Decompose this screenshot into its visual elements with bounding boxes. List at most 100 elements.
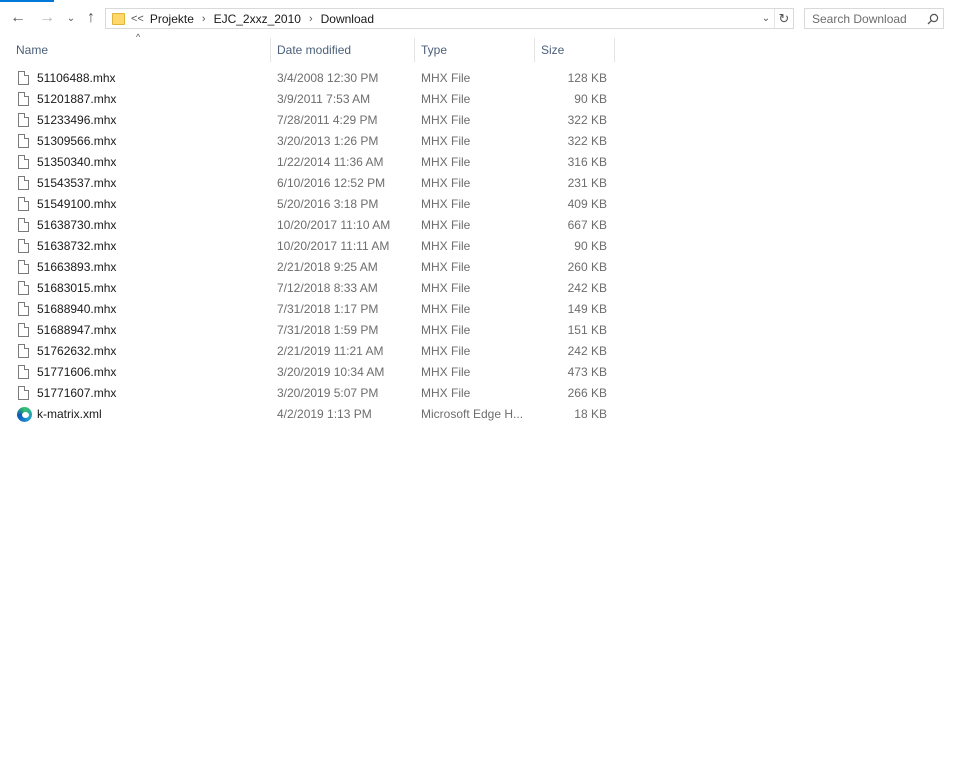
column-header-size[interactable]: Size bbox=[535, 38, 614, 62]
column-header-date[interactable]: Date modified bbox=[271, 38, 414, 62]
search-box[interactable] bbox=[804, 8, 944, 29]
file-row[interactable]: 51762632.mhx 2/21/2019 11:21 AM MHX File 24… bbox=[0, 341, 616, 362]
breadcrumb-overflow[interactable]: << bbox=[131, 13, 144, 25]
document-icon bbox=[18, 302, 29, 316]
file-date-modified: 7/12/2018 8:33 AM bbox=[277, 281, 378, 295]
file-type: MHX File bbox=[421, 155, 471, 169]
file-row[interactable]: k-matrix.xml 4/2/2019 1:13 PM Microsoft Ed… bbox=[0, 404, 616, 425]
file-row[interactable]: 51549100.mhx 5/20/2016 3:18 PM MHX File 409… bbox=[0, 194, 616, 215]
file-date-modified: 3/9/2011 7:53 AM bbox=[277, 92, 371, 106]
file-icon-container bbox=[18, 113, 30, 128]
file-icon-container bbox=[18, 281, 30, 296]
search-input[interactable] bbox=[812, 11, 926, 26]
document-icon bbox=[18, 92, 29, 106]
file-type: MHX File bbox=[421, 218, 471, 232]
file-icon-container bbox=[18, 92, 30, 107]
file-date-modified: 3/20/2019 10:34 AM bbox=[277, 365, 385, 379]
forward-button[interactable]: → bbox=[36, 7, 58, 29]
file-row[interactable]: 51688940.mhx 7/31/2018 1:17 PM MHX File 149… bbox=[0, 299, 616, 320]
file-size: 149 KB bbox=[567, 302, 607, 316]
file-name: 51771607.mhx bbox=[37, 386, 117, 400]
file-date-modified: 3/20/2013 1:26 PM bbox=[277, 134, 379, 148]
file-row[interactable]: 51350340.mhx 1/22/2014 11:36 AM MHX File 31… bbox=[0, 152, 616, 173]
recent-locations-button[interactable]: ⌄ bbox=[64, 7, 78, 29]
document-icon bbox=[18, 197, 29, 211]
breadcrumb-download[interactable]: Download bbox=[321, 12, 374, 26]
file-name: 51638732.mhx bbox=[37, 239, 117, 253]
file-size: 316 KB bbox=[567, 155, 607, 169]
document-icon bbox=[18, 386, 29, 400]
file-icon-container bbox=[18, 197, 30, 212]
file-date-modified: 3/4/2008 12:30 PM bbox=[277, 71, 379, 85]
document-icon bbox=[18, 239, 29, 253]
column-divider[interactable] bbox=[614, 38, 615, 62]
column-header-type[interactable]: Type bbox=[415, 38, 534, 62]
file-name: 51771606.mhx bbox=[37, 365, 117, 379]
file-row[interactable]: 51309566.mhx 3/20/2013 1:26 PM MHX File 322… bbox=[0, 131, 616, 152]
file-name: 51683015.mhx bbox=[37, 281, 117, 295]
file-row[interactable]: 51688947.mhx 7/31/2018 1:59 PM MHX File 151… bbox=[0, 320, 616, 341]
address-bar[interactable]: << Projekte › EJC_2xxz_2010 › Download ⌄… bbox=[105, 8, 794, 29]
file-type: MHX File bbox=[421, 386, 471, 400]
column-header-name[interactable]: Name bbox=[10, 38, 270, 62]
file-size: 242 KB bbox=[567, 344, 607, 358]
file-icon-container bbox=[18, 218, 30, 233]
file-name: 51663893.mhx bbox=[37, 260, 117, 274]
file-date-modified: 1/22/2014 11:36 AM bbox=[277, 155, 384, 169]
file-row[interactable]: 51771606.mhx 3/20/2019 10:34 AM MHX File 47… bbox=[0, 362, 616, 383]
document-icon bbox=[18, 281, 29, 295]
file-name: 51688940.mhx bbox=[37, 302, 117, 316]
document-icon bbox=[18, 365, 29, 379]
search-icon[interactable] bbox=[926, 12, 940, 26]
file-row[interactable]: 51233496.mhx 7/28/2011 4:29 PM MHX File 322… bbox=[0, 110, 616, 131]
back-button[interactable]: ← bbox=[7, 7, 29, 29]
file-date-modified: 10/20/2017 11:10 AM bbox=[277, 218, 391, 232]
file-icon-container bbox=[18, 134, 30, 149]
refresh-icon: ↻ bbox=[778, 10, 790, 26]
file-date-modified: 6/10/2016 12:52 PM bbox=[277, 176, 386, 190]
file-icon-container bbox=[18, 323, 30, 338]
file-icon-container bbox=[18, 260, 30, 275]
chevron-right-icon[interactable]: › bbox=[309, 13, 313, 25]
file-row[interactable]: 51638730.mhx 10/20/2017 11:10 AM MHX File 6… bbox=[0, 215, 616, 236]
address-dropdown-button[interactable]: ⌄ bbox=[758, 9, 774, 28]
file-size: 667 KB bbox=[567, 218, 607, 232]
file-name: k-matrix.xml bbox=[37, 407, 102, 421]
document-icon bbox=[18, 134, 29, 148]
up-button[interactable]: ↑ bbox=[80, 7, 102, 29]
file-icon-container bbox=[18, 302, 30, 317]
file-name: 51201887.mhx bbox=[37, 92, 117, 106]
document-icon bbox=[18, 323, 29, 337]
file-row[interactable]: 51683015.mhx 7/12/2018 8:33 AM MHX File 242… bbox=[0, 278, 616, 299]
file-size: 128 KB bbox=[567, 71, 607, 85]
window-accent-strip bbox=[0, 0, 54, 2]
file-date-modified: 2/21/2019 11:21 AM bbox=[277, 344, 384, 358]
file-icon-container bbox=[18, 239, 30, 254]
file-size: 322 KB bbox=[567, 113, 607, 127]
file-name: 51543537.mhx bbox=[37, 176, 117, 190]
document-icon bbox=[18, 218, 29, 232]
arrow-right-icon: → bbox=[39, 9, 55, 26]
file-name: 51688947.mhx bbox=[37, 323, 117, 337]
refresh-button[interactable]: ↻ bbox=[774, 9, 793, 28]
file-row[interactable]: 51201887.mhx 3/9/2011 7:53 AM MHX File 90 K… bbox=[0, 89, 616, 110]
file-name: 51309566.mhx bbox=[37, 134, 117, 148]
file-type: Microsoft Edge H... bbox=[421, 407, 524, 421]
document-icon bbox=[18, 260, 29, 274]
file-row[interactable]: 51663893.mhx 2/21/2018 9:25 AM MHX File 260… bbox=[0, 257, 616, 278]
file-size: 231 KB bbox=[567, 176, 607, 190]
file-size: 266 KB bbox=[567, 386, 607, 400]
file-row[interactable]: 51106488.mhx 3/4/2008 12:30 PM MHX File 128… bbox=[0, 68, 616, 89]
file-size: 409 KB bbox=[567, 197, 607, 211]
arrow-up-icon: ↑ bbox=[87, 9, 95, 26]
file-name: 51638730.mhx bbox=[37, 218, 117, 232]
file-type: MHX File bbox=[421, 197, 471, 211]
breadcrumb-ejc[interactable]: EJC_2xxz_2010 bbox=[214, 12, 301, 26]
chevron-right-icon[interactable]: › bbox=[202, 13, 206, 25]
file-row[interactable]: 51543537.mhx 6/10/2016 12:52 PM MHX File 23… bbox=[0, 173, 616, 194]
file-type: MHX File bbox=[421, 239, 471, 253]
file-row[interactable]: 51638732.mhx 10/20/2017 11:11 AM MHX File 9… bbox=[0, 236, 616, 257]
breadcrumb-projekte[interactable]: Projekte bbox=[150, 12, 194, 26]
column-header-row: Name Date modified Type Size bbox=[0, 38, 616, 62]
file-row[interactable]: 51771607.mhx 3/20/2019 5:07 PM MHX File 266… bbox=[0, 383, 616, 404]
